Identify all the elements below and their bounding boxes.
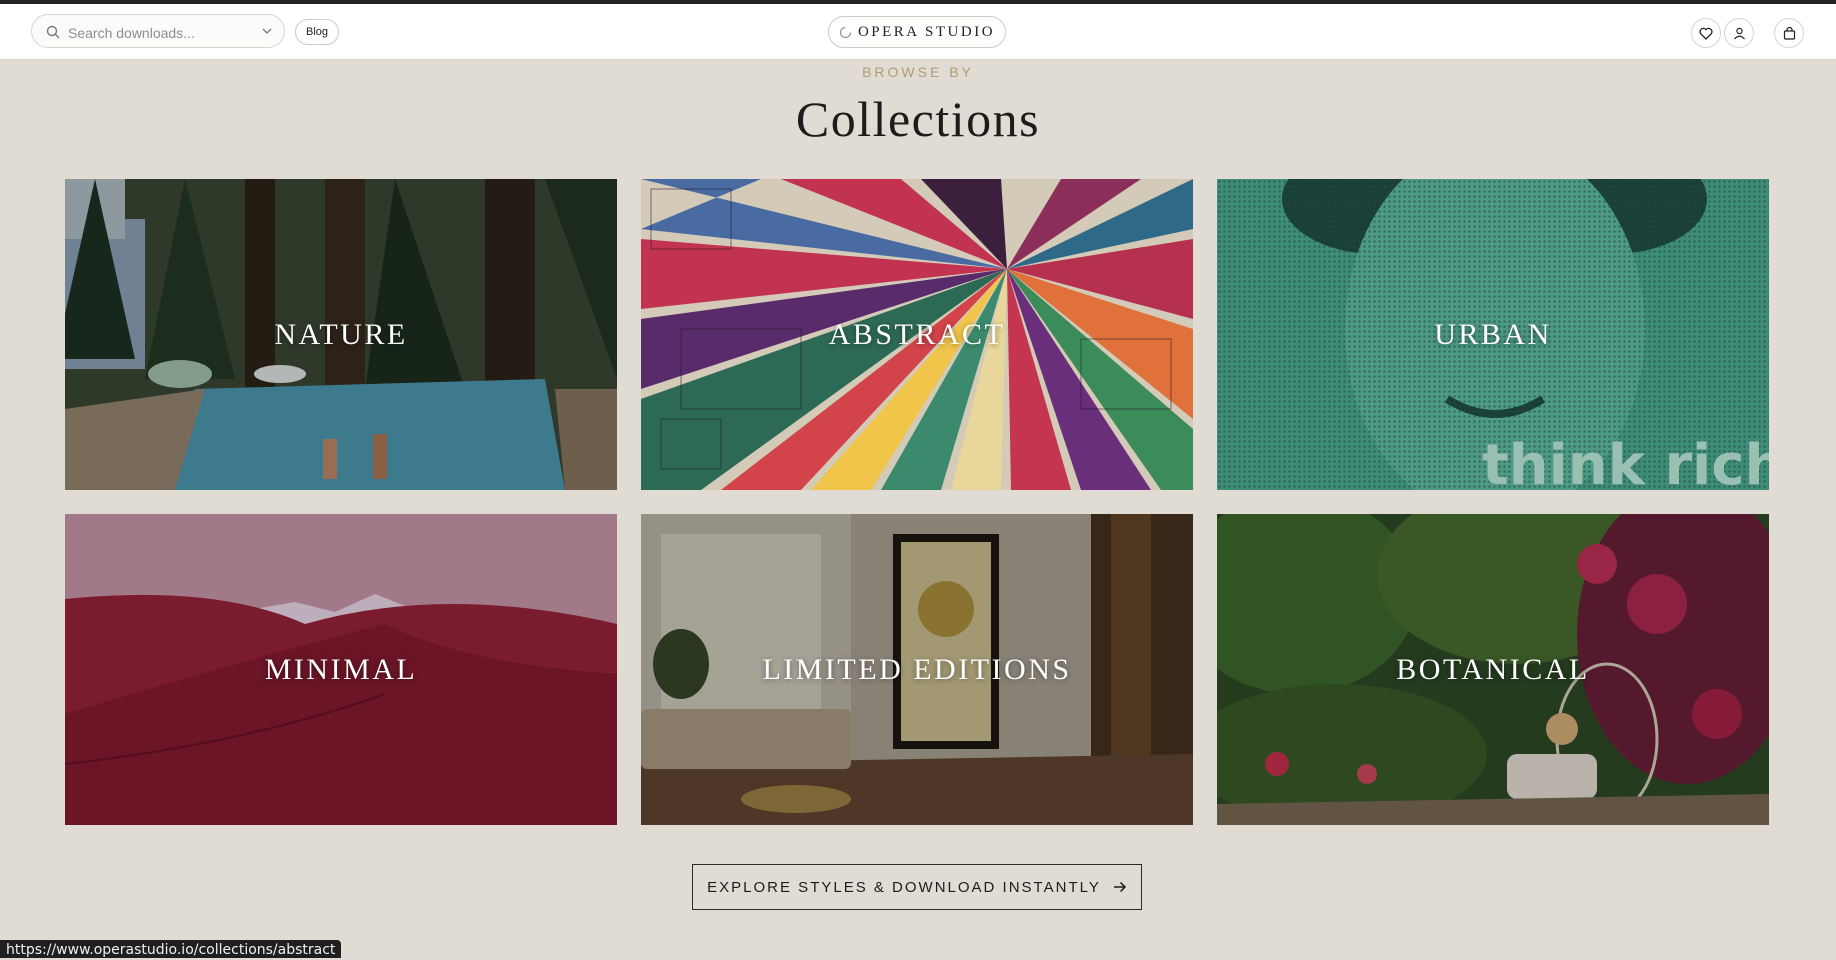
- arrow-right-icon: [1113, 881, 1126, 893]
- cart-icon: [1783, 26, 1795, 40]
- section-eyebrow: BROWSE BY: [862, 64, 974, 80]
- search-box[interactable]: [31, 14, 285, 48]
- collection-label: MINIMAL: [264, 652, 418, 686]
- cart-button[interactable]: [1774, 18, 1804, 48]
- collection-card-limited-editions[interactable]: LIMITED EDITIONS: [641, 514, 1193, 825]
- collection-label: ABSTRACT: [828, 317, 1006, 351]
- heart-icon: [1699, 27, 1713, 40]
- search-icon: [46, 25, 60, 39]
- collection-card-urban[interactable]: think rich. URBAN: [1217, 179, 1769, 490]
- collection-label: BOTANICAL: [1396, 652, 1590, 686]
- wishlist-button[interactable]: [1691, 18, 1721, 48]
- site-logo[interactable]: OPERA STUDIO: [828, 16, 1006, 48]
- explore-button-label: EXPLORE STYLES & DOWNLOAD INSTANTLY: [707, 878, 1101, 896]
- site-header: Blog OPERA STUDIO: [0, 4, 1836, 60]
- collection-card-nature[interactable]: NATURE: [65, 179, 617, 490]
- logo-text: OPERA STUDIO: [857, 23, 996, 40]
- user-icon: [1733, 27, 1745, 39]
- link-status-bar: https://www.operastudio.io/collections/a…: [0, 940, 342, 958]
- blog-button[interactable]: Blog: [295, 19, 340, 45]
- collection-card-abstract[interactable]: ABSTRACT: [641, 179, 1193, 490]
- section-title: Collections: [795, 91, 1041, 147]
- collection-card-botanical[interactable]: BOTANICAL: [1217, 514, 1769, 825]
- urban-overlay-text: think rich.: [1482, 433, 1769, 490]
- collection-card-minimal[interactable]: MINIMAL: [65, 514, 617, 825]
- logo-mark-icon: [839, 26, 852, 38]
- chevron-down-icon[interactable]: [262, 27, 272, 35]
- collection-label: NATURE: [274, 317, 408, 351]
- explore-styles-button[interactable]: EXPLORE STYLES & DOWNLOAD INSTANTLY: [692, 864, 1142, 910]
- collection-label: URBAN: [1434, 317, 1552, 351]
- search-input[interactable]: [66, 22, 260, 44]
- account-button[interactable]: [1724, 18, 1754, 48]
- collection-label: LIMITED EDITIONS: [762, 652, 1072, 686]
